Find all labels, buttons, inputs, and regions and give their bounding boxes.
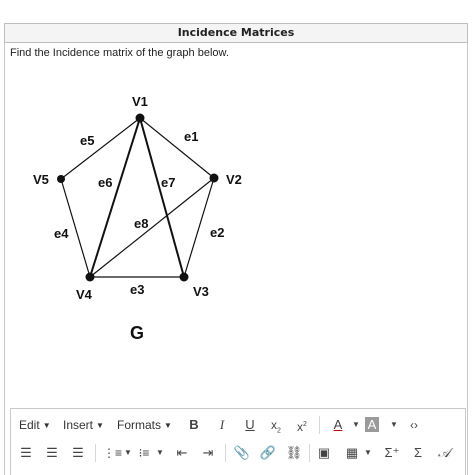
- vertex-v4: [85, 272, 95, 282]
- link-icon[interactable]: 🔗: [259, 444, 277, 462]
- vertex-label-v3: V3: [193, 284, 209, 299]
- chevron-down-icon: ▼: [42, 420, 51, 430]
- edge-label-e5: e5: [80, 133, 94, 148]
- editor-toolbar: Edit ▼ Insert ▼ Formats ▼ B I U x2 x2 A ▼ A…: [10, 408, 466, 475]
- edge-e5: [60, 117, 141, 180]
- edge-e1: [139, 117, 215, 179]
- outdent-icon[interactable]: ⇤: [173, 444, 191, 462]
- equation-icon[interactable]: Σ⁺: [383, 444, 401, 462]
- separator: [319, 416, 320, 434]
- chevron-down-icon[interactable]: ▼: [151, 444, 169, 462]
- underline-icon[interactable]: U: [241, 416, 259, 434]
- image-icon[interactable]: ▣: [315, 444, 333, 462]
- separator: [225, 444, 226, 462]
- insert-menu[interactable]: Insert ▼: [63, 415, 104, 435]
- background-color-icon[interactable]: A: [365, 417, 379, 432]
- edge-e6: [89, 117, 141, 278]
- vertex-v1: [135, 113, 145, 123]
- sum-icon[interactable]: Σ: [409, 444, 427, 462]
- italic-icon[interactable]: I: [213, 416, 231, 434]
- code-view-icon[interactable]: ‹›: [405, 416, 423, 434]
- formats-menu-label: Formats: [117, 418, 162, 432]
- edit-menu-label: Edit: [19, 418, 40, 432]
- vertex-v5: [57, 175, 65, 183]
- chevron-down-icon[interactable]: ▼: [347, 416, 365, 434]
- vertex-label-v2: V2: [226, 172, 242, 187]
- separator: [309, 444, 310, 462]
- toolbar-row-1: Edit ▼ Insert ▼ Formats ▼ B I U x2 x2 A ▼ A…: [11, 411, 465, 439]
- graph-name: G: [130, 323, 144, 343]
- separator: [95, 444, 96, 462]
- subscript-icon[interactable]: x2: [267, 416, 285, 434]
- edge-label-e7: e7: [161, 175, 175, 190]
- vertex-label-v4: V4: [76, 287, 93, 302]
- edge-e8: [89, 177, 215, 278]
- superscript-icon[interactable]: x2: [293, 416, 311, 434]
- text-color-icon[interactable]: A: [329, 416, 347, 434]
- edge-label-e8: e8: [134, 216, 148, 231]
- chevron-down-icon: ▼: [96, 420, 104, 430]
- edge-label-e2: e2: [210, 225, 224, 240]
- chevron-down-icon: ▼: [164, 420, 172, 430]
- toolbar-row-2: ☰ ☰ ☰ ⋮≡ ▼ ⁝≡ ▼ ⇤ ⇥ 📎 🔗 ⛓ ▣ ▦ ▼ Σ⁺ Σ 𝒜: [11, 439, 465, 467]
- vertex-label-v1: V1: [132, 94, 148, 109]
- indent-icon[interactable]: ⇥: [199, 444, 217, 462]
- align-left-icon[interactable]: ☰: [17, 444, 35, 462]
- edge-label-e6: e6: [98, 175, 112, 190]
- formats-menu[interactable]: Formats ▼: [117, 415, 172, 435]
- align-right-icon[interactable]: ☰: [69, 444, 87, 462]
- unlink-icon[interactable]: ⛓: [285, 444, 303, 462]
- insert-menu-label: Insert: [63, 418, 94, 432]
- chevron-down-icon[interactable]: ▼: [359, 444, 377, 462]
- chevron-down-icon[interactable]: ▼: [385, 416, 403, 434]
- vertex-v3: [179, 272, 189, 282]
- edge-label-e4: e4: [54, 226, 69, 241]
- graph-diagram: V1 V2 V3 V4 V5 e1 e2 e3 e4 e5 e6 e7 e8 G: [33, 94, 242, 343]
- vertex-label-v5: V5: [33, 172, 49, 187]
- edge-label-e3: e3: [130, 282, 144, 297]
- edge-e7: [139, 117, 185, 278]
- edge-label-e1: e1: [184, 129, 198, 144]
- edit-menu[interactable]: Edit ▼: [19, 415, 51, 435]
- align-center-icon[interactable]: ☰: [43, 444, 61, 462]
- handwriting-icon[interactable]: 𝒜: [435, 444, 453, 462]
- vertex-v2: [209, 173, 219, 183]
- attachment-icon[interactable]: 📎: [233, 444, 251, 462]
- bold-icon[interactable]: B: [185, 416, 203, 434]
